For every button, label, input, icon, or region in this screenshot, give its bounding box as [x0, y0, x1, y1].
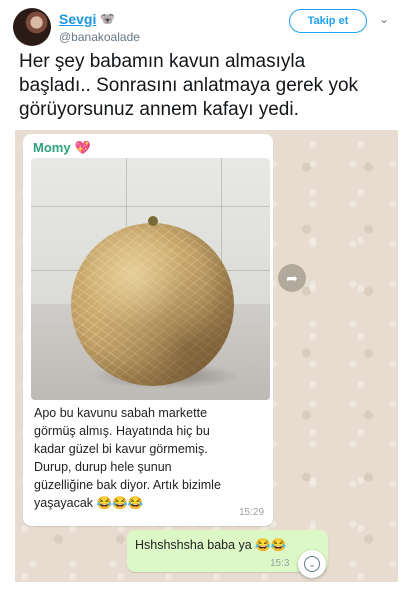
melon-photo[interactable]: [31, 158, 270, 400]
heart-emoji-icon: 💖: [74, 140, 91, 155]
sender-name: Momy: [33, 140, 71, 155]
tweet-text-line: başladı.. Sonrasını anlatmaya gerek yok: [19, 75, 359, 96]
message-line: yaşayacak 😂😂😂: [34, 496, 144, 510]
author-handle[interactable]: @banakoalade: [59, 30, 140, 44]
message-line: Durup, durup hele şunun: [34, 460, 172, 474]
outgoing-message-text: Hshshshsha baba ya 😂😂: [135, 538, 287, 552]
message-line: görmüş almış. Hayatında hiç bu: [34, 424, 210, 438]
forward-icon[interactable]: ➦: [278, 264, 306, 292]
scroll-down-button[interactable]: ⌄: [298, 550, 326, 578]
message-line: güzelliğine bak diyor. Artık bizimle: [34, 478, 221, 492]
follow-button[interactable]: Takip et: [289, 9, 367, 33]
tweet-text-line: Her şey babamın kavun almasıyla: [19, 51, 306, 72]
message-line: kadar güzel bi kavur görmemiş.: [34, 442, 208, 456]
incoming-message-time: 15:29: [239, 507, 265, 518]
incoming-message-text: Apo bu kavunu sabah markette görmüş almı…: [34, 404, 270, 512]
koala-emoji-icon: 🐨: [100, 12, 116, 26]
melon-illustration: [71, 223, 234, 386]
author-name-row: Sevgi 🐨: [59, 11, 115, 27]
profile-avatar[interactable]: [13, 8, 51, 46]
chevron-down-icon[interactable]: ⌄: [379, 12, 389, 26]
melon-stem: [148, 216, 158, 226]
outgoing-message-time: 15:3: [270, 558, 290, 569]
message-sender: Momy 💖: [33, 140, 91, 155]
tweet-text-line: görüyorsunuz annem kafayı yedi.: [19, 99, 299, 120]
author-display-name[interactable]: Sevgi: [59, 11, 96, 27]
message-line: Apo bu kavunu sabah markette: [34, 406, 208, 420]
tweet-text: Her şey babamın kavun almasıyla başladı.…: [19, 50, 401, 122]
chevron-down-icon: ⌄: [304, 556, 320, 572]
wall-tile-line: [31, 206, 270, 207]
